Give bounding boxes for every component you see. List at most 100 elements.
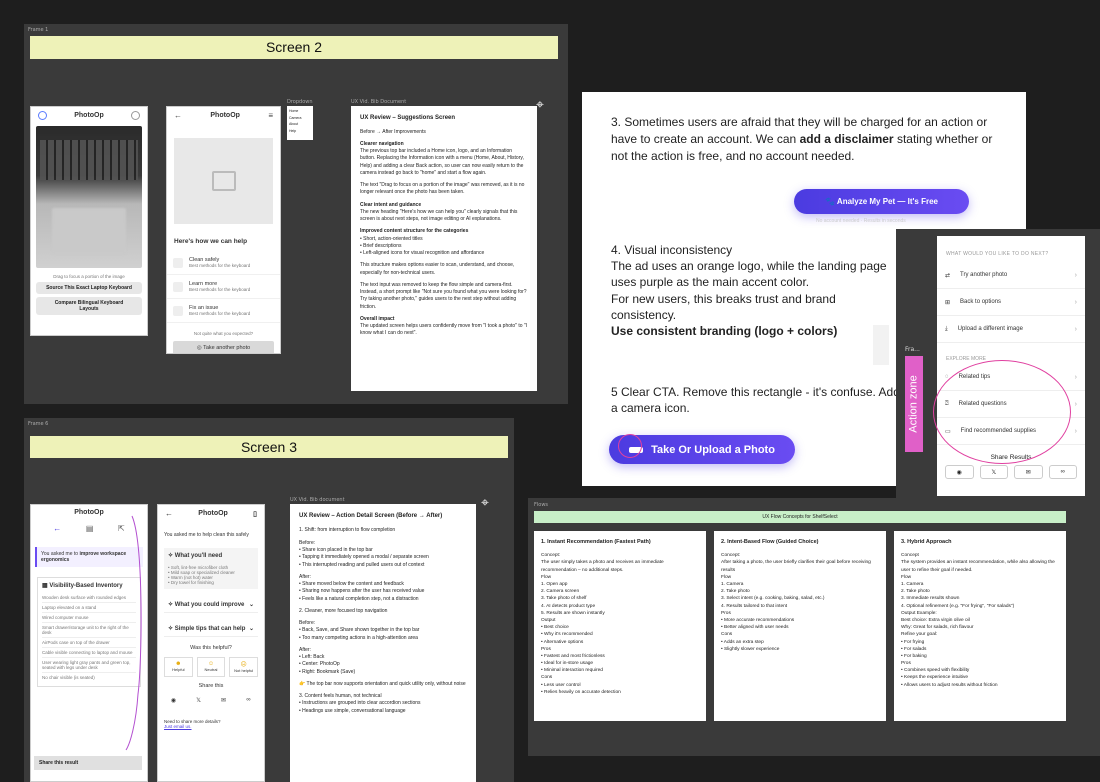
flow-line: 2. Camera screen [541,589,580,595]
chevron-right-icon: › [1074,298,1077,306]
inventory-item: Smart drawer/storage unit to the right o… [42,623,136,638]
flow-line: 2. Take photo [901,589,930,595]
app-title: PhotoOp [210,112,240,119]
flow-line: Cons [721,632,733,638]
dropdown-item[interactable]: Home [289,108,311,115]
back-arrow-icon[interactable]: ← [174,111,182,120]
flows-banner: UX Flow Concepts for ShelfSelect [534,511,1066,523]
chevron-down-icon: ⌄ [248,602,254,608]
doc-label: UX Vid. Bib Document [351,99,407,105]
screen2-frame: Frame 1 Screen 2 PhotoOp Drag to focus a… [24,24,568,404]
option-clean-safely[interactable]: Clean safely Best methods for the keyboar… [167,251,280,275]
flow-line: • For frying [901,639,925,645]
try-another-photo[interactable]: ⇄ Try another photo › [937,262,1085,289]
compare-layouts-button[interactable]: Compare Bilingual Keyboard Layouts [36,297,142,315]
pin-icon[interactable]: ⌖ [481,494,489,511]
flow-line: Concept [901,553,919,559]
dropdown-menu: Home Camera About Help [287,106,313,140]
analyze-pet-button[interactable]: 🐾 Analyze My Pet — It's Free [794,189,969,214]
flow-card-1: 1. Instant Recommendation (Fastest Path)… [534,531,706,721]
chevron-right-icon: › [1074,325,1077,333]
screen2-title: Screen 2 [30,36,558,59]
option-fix-issue[interactable]: Fix an issue Best methods for the keyboar… [167,299,280,323]
flow-line: Output [541,617,556,623]
option-learn-more[interactable]: Learn more Best methods for the keyboard [167,275,280,299]
mail-icon[interactable]: ✉ [1014,465,1043,479]
image-placeholder-icon [211,171,236,191]
refresh-icon: ⇄ [945,272,951,279]
link-icon[interactable]: ∞ [1048,465,1077,479]
take-another-photo-button[interactable]: ◎ Take another photo [173,341,274,353]
feedback-neutral[interactable]: ☺ Neutral [196,657,226,677]
back-arrow-icon[interactable]: ← [53,524,61,533]
bookmark-icon[interactable]: ▤ [86,524,94,533]
inventory-title[interactable]: ▦ Visibility-Based Inventory [42,582,136,589]
share-result-bar[interactable]: Share this result [34,756,142,770]
review-point-4: 4. Visual inconsistency The ad uses an o… [611,243,887,338]
dropdown-item[interactable]: About [289,121,311,128]
flow-line: 2. Take photo [721,589,750,595]
chevron-right-icon: › [1074,427,1077,435]
whatsapp-icon[interactable]: ◉ [945,465,974,479]
accordion-need[interactable]: ✧ What you'll need • Soft, lint-free mic… [164,548,258,589]
flow-line: Pros [901,661,911,667]
chevron-down-icon: ⌄ [248,626,254,632]
phone-camera-result: PhotoOp Drag to focus a portion of the i… [30,106,148,336]
flow-line: • Adds an extra step [721,639,764,645]
inventory-item: Wired computer mouse [42,613,136,623]
feedback-not-helpful[interactable]: ☹ Not helpful [229,657,259,677]
flow-line: Pros [721,610,731,616]
x-icon[interactable]: 𝕏 [189,693,208,707]
screen3-frame: Frame 6 Screen 3 PhotoOp ← ▤ ⇱ You asked… [24,418,514,782]
keyboard-photo[interactable] [36,126,142,268]
intro-text: You asked me to help clean this safely [164,532,249,538]
flow-line: • Fastest and most frictionless [541,653,605,659]
accordion-tips[interactable]: ✧ Simple tips that can help ⌄ [164,621,258,637]
dropdown-item[interactable]: Help [289,128,311,135]
upload-icon: ⤓ [945,325,948,332]
flow-line: Concept: [541,553,561,559]
ux-review-doc: UX Review – Suggestions Screen Before → … [351,106,537,391]
flow-line: Pros [541,646,551,652]
whatsapp-icon[interactable]: ◉ [164,693,183,707]
mail-icon[interactable]: ✉ [214,693,233,707]
flows-frame: Flows UX Flow Concepts for ShelfSelect 1… [528,498,1100,756]
sparkle-icon: ✧ [168,602,175,608]
flow-line: • More accurate recommendations [721,617,795,623]
flow-line: Cons [541,675,553,681]
inventory-item: Wooden desk surface with rounded edges [42,593,136,603]
upload-different-image[interactable]: ⤓ Upload a different image › [937,316,1085,343]
flow-line: Flow [901,574,912,580]
flow-line: • For salads [901,646,927,652]
keyboard-keys [40,140,138,180]
back-arrow-icon[interactable]: ← [165,509,173,518]
accordion-improve[interactable]: ✧ What you could improve ⌄ [164,597,258,613]
email-link[interactable]: Just email us. [164,724,258,729]
flow-line: • Relies heavily on accurate detection [541,689,621,695]
pin-icon[interactable]: ⌖ [536,96,544,113]
app-title: PhotoOp [74,509,104,516]
frame-label: Frame 6 [28,421,49,427]
x-icon[interactable]: 𝕏 [979,465,1008,479]
info-icon[interactable] [131,111,140,120]
source-keyboard-button[interactable]: Source This Exact Laptop Keyboard [36,282,142,294]
menu-icon[interactable]: ≡ [268,111,273,120]
flow-line: 3. Take photo of shelf [541,596,587,602]
home-icon[interactable] [38,111,47,120]
help-heading: Here's how we can help [174,238,248,245]
photo-placeholder [174,138,273,224]
flow-line: The user simply takes a photo and receiv… [541,560,664,573]
flow-line: 3. Select intent (e.g. cooking, baking, … [721,596,825,602]
flow-line: Why: Great for salads, rich flavour [901,625,974,631]
bookmark-icon[interactable]: ▯ [253,510,257,518]
link-icon[interactable]: ∞ [239,693,258,707]
flow-line: • Better aligned with user needs [721,625,789,631]
flow-line: Output Example: [901,610,937,616]
flow-line: Concept: [721,553,741,559]
chevron-right-icon: › [1074,400,1077,408]
feedback-helpful[interactable]: ☻ Helpful [164,657,193,677]
dropdown-item[interactable]: Camera [289,115,311,122]
sparkle-icon [173,281,183,292]
flow-line: • Why it's recommended [541,632,593,638]
back-to-options[interactable]: ⊞ Back to options › [937,289,1085,316]
